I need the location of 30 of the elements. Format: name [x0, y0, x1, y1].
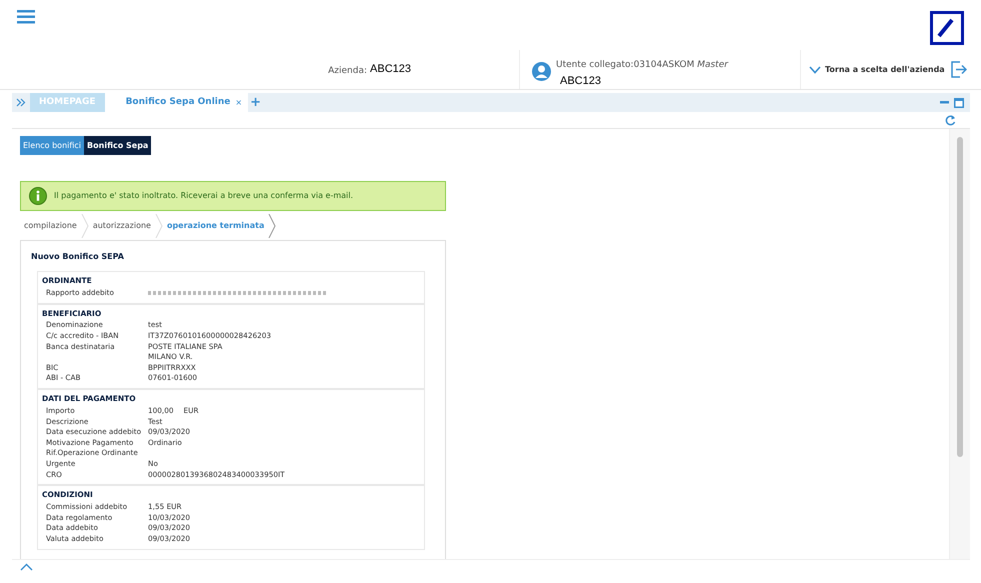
user-avatar-icon	[532, 62, 551, 81]
logo-icon	[930, 11, 964, 45]
logout-icon[interactable]	[951, 61, 967, 78]
chevron-down-icon	[809, 66, 821, 74]
maximize-icon[interactable]	[954, 98, 964, 108]
step-chevron-icon	[268, 214, 276, 238]
user-company: ABC123	[560, 74, 602, 88]
back-link[interactable]: Torna a scelta dell'azienda	[809, 64, 945, 76]
menu-icon[interactable]	[17, 10, 35, 24]
step-chevron-icon	[154, 214, 163, 238]
step: operazione terminata	[162, 220, 268, 232]
company-name: ABC123	[370, 62, 411, 78]
minimize-icon[interactable]	[940, 101, 949, 104]
company-label: Azienda:	[328, 64, 368, 78]
refresh-icon[interactable]	[945, 114, 956, 126]
step: compilazione	[20, 220, 81, 232]
logged-user: Utente collegato:03104ASKOM Master	[556, 59, 728, 72]
chevron-up-icon[interactable]	[20, 562, 33, 570]
expand-icon[interactable]	[16, 98, 26, 107]
tab[interactable]: Bonifico Sepa Online ×	[104, 93, 248, 112]
success-message: Il pagamento e' stato inoltrato. Riceverai a breve una conferma via e-mail.	[54, 190, 354, 202]
info-icon	[29, 187, 47, 205]
subtab[interactable]: Bonifico Sepa	[84, 136, 152, 155]
add-tab-button[interactable]: +	[248, 96, 264, 109]
step: autorizzazione	[88, 220, 155, 232]
close-tab-button[interactable]: ×	[235, 96, 242, 108]
scrollbar-thumb[interactable]	[957, 137, 963, 457]
card-title: Nuovo Bonifico SEPA	[31, 251, 125, 263]
step-chevron-icon	[80, 214, 89, 238]
subtab[interactable]: Elenco bonifici	[20, 136, 84, 155]
